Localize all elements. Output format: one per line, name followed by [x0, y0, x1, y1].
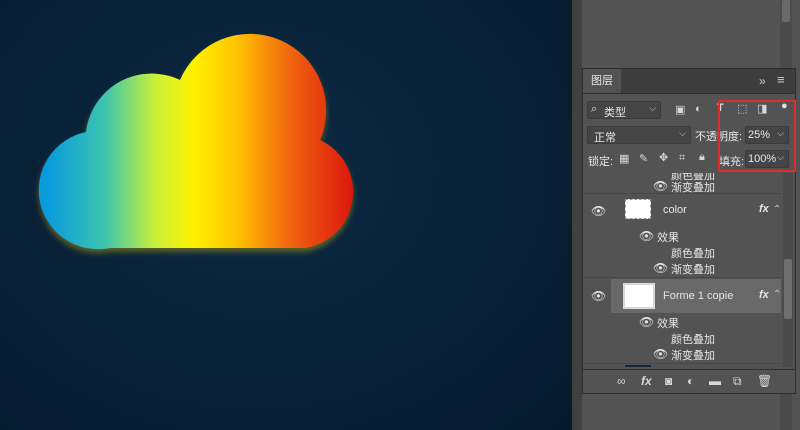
effect-row: 👁︎ 渐变叠加 [583, 347, 781, 364]
eye-icon[interactable]: 👁︎ [653, 347, 668, 361]
effect-gradient-overlay: 渐变叠加 [671, 182, 715, 194]
search-icon: ⌕ [591, 103, 598, 115]
eye-icon[interactable]: 👁︎ [591, 204, 606, 218]
lock-transparent-icon[interactable]: ▦ [619, 152, 629, 165]
effects-row: 👁︎ 效果 [583, 315, 781, 331]
panel-footer: ∞ fx ◙ ◐ ▬ ⧉ 🗑︎ [583, 369, 795, 394]
effect-row: 颜色叠加 [583, 245, 781, 261]
document-canvas[interactable] [0, 0, 572, 430]
layers-scrollbar[interactable] [783, 173, 793, 367]
filter-kind-label: 类型 [604, 107, 626, 119]
tab-layers[interactable]: 图层 [583, 69, 621, 93]
layer-row-color[interactable]: 👁︎ color fx ⌃ [583, 195, 781, 227]
lock-artboard-icon[interactable]: ⌗ [679, 152, 685, 165]
blend-mode-value: 正常 [594, 132, 616, 144]
effects-label: 效果 [657, 232, 679, 244]
fx-icon[interactable]: fx [759, 289, 769, 301]
effect-gradient-overlay: 渐变叠加 [671, 350, 715, 362]
eye-icon[interactable]: 👁︎ [639, 315, 654, 329]
effect-gradient-overlay: 渐变叠加 [671, 264, 715, 276]
cloud-shape [38, 33, 354, 250]
lock-move-icon[interactable]: ✥ [659, 151, 668, 164]
annotation-highlight-box [718, 100, 796, 172]
chevron-down-icon: ⌵ [649, 103, 656, 113]
trash-icon[interactable]: 🗑︎ [757, 374, 772, 388]
blend-mode-dropdown[interactable]: 正常 ⌵ [587, 126, 691, 144]
layer-row-partial[interactable] [583, 365, 781, 367]
add-mask-icon[interactable]: ◙ [665, 374, 672, 388]
chevron-down-icon: ⌵ [679, 128, 686, 138]
lock-label: 锁定: [588, 156, 614, 168]
panel-header: 图层 » ≡ [583, 69, 795, 94]
panel-menu-button[interactable]: ≡ [777, 69, 785, 91]
layer-name[interactable]: color [663, 204, 687, 216]
eye-icon[interactable]: 👁︎ [639, 229, 654, 243]
layer-row[interactable]: 颜色叠加 👁︎ 渐变叠加 [583, 173, 781, 194]
fx-icon[interactable]: fx [759, 203, 769, 215]
layer-thumbnail [625, 365, 651, 367]
canvas-panel-divider [572, 0, 582, 430]
eye-icon[interactable]: 👁︎ [653, 179, 668, 193]
chevron-up-icon[interactable]: ⌃ [773, 289, 781, 300]
eye-icon[interactable]: 👁︎ [653, 261, 668, 275]
collapse-panel-button[interactable]: » [759, 69, 766, 93]
new-adjustment-icon[interactable]: ◐ [687, 374, 694, 388]
eye-icon[interactable]: 👁︎ [591, 289, 606, 303]
layer-thumbnail [625, 199, 651, 219]
layers-list: 颜色叠加 👁︎ 渐变叠加 👁︎ color fx ⌃ 👁︎ 效果 颜色叠加 👁︎… [583, 173, 781, 367]
link-layers-icon[interactable]: ∞ [617, 374, 626, 388]
lock-brush-icon[interactable]: ✎ [639, 152, 648, 165]
layer-row-forme-1-copie[interactable]: 👁︎ Forme 1 copie fx ⌃ [583, 279, 781, 313]
effects-label: 效果 [657, 318, 679, 330]
layer-filter-dropdown[interactable]: ⌕ 类型 ⌵ [587, 101, 661, 119]
cloud-artwork [38, 33, 354, 254]
effect-color-overlay: 颜色叠加 [671, 334, 715, 346]
lock-all-icon[interactable]: 🔒︎ [699, 151, 705, 164]
effect-color-overlay: 颜色叠加 [671, 248, 715, 260]
filter-pixel-icon[interactable]: ▣ [675, 103, 685, 116]
layer-thumbnail [623, 283, 655, 309]
effect-row: 👁︎ 渐变叠加 [583, 261, 781, 278]
filter-adjustment-icon[interactable]: ◐ [695, 103, 702, 115]
layer-name[interactable]: Forme 1 copie [663, 290, 733, 302]
chevron-up-icon[interactable]: ⌃ [773, 204, 781, 215]
effect-row: 颜色叠加 [583, 331, 781, 347]
effects-row: 👁︎ 效果 [583, 229, 781, 245]
layers-scroll-thumb[interactable] [784, 259, 792, 319]
dock-scroll-thumb[interactable] [782, 0, 790, 22]
new-layer-icon[interactable]: ⧉ [733, 374, 742, 389]
new-group-icon[interactable]: ▬ [709, 374, 721, 388]
add-style-icon[interactable]: fx [641, 374, 652, 388]
